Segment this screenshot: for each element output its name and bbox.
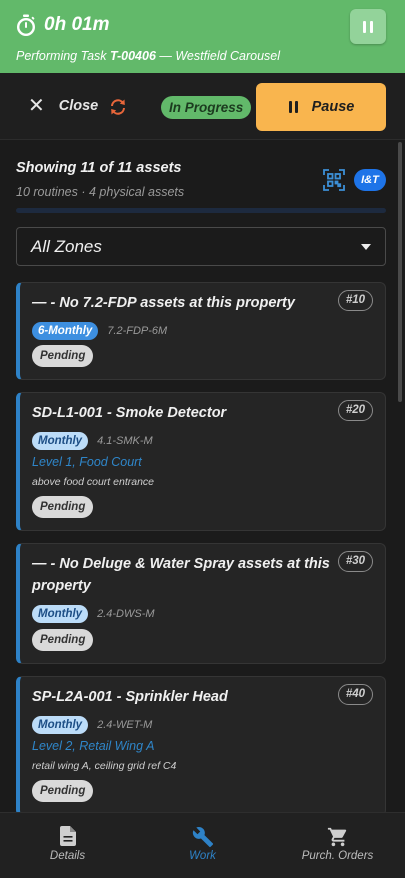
nav-purchase-orders-label: Purch. Orders	[301, 850, 374, 862]
sync-icon[interactable]	[108, 97, 128, 122]
pause-icon	[363, 20, 366, 33]
task-prefix: Performing Task	[16, 49, 107, 63]
stopwatch-icon	[16, 14, 36, 36]
chevron-down-icon	[361, 244, 371, 250]
zone-select[interactable]: All Zones	[16, 227, 386, 266]
progress-bar	[16, 208, 386, 213]
frequency-row: Monthly 4.1-SMK-M	[32, 432, 153, 450]
frequency-badge: 6-Monthly	[32, 322, 99, 340]
asset-title: — - No 7.2-FDP assets at this property	[32, 295, 295, 311]
routine-code: 7.2-FDP-6M	[107, 325, 168, 337]
asset-title: SP-L2A-001 - Sprinkler Head	[32, 689, 228, 705]
task-site: — Westfield Carousel	[159, 49, 281, 63]
status-badge: Pending	[32, 780, 94, 802]
assets-breakdown: 10 routines · 4 physical assets	[16, 185, 185, 199]
timer-pause-button[interactable]	[350, 9, 386, 44]
frequency-badge: Monthly	[32, 716, 89, 734]
asset-card[interactable]: SD-L1-001 - Smoke Detector #20 Monthly 4…	[16, 392, 386, 531]
asset-note: above food court entrance	[32, 476, 155, 488]
scrollbar[interactable]	[398, 142, 402, 402]
asset-card[interactable]: — - No Deluge & Water Spray assets at th…	[16, 543, 386, 664]
task-line: Performing Task T-00406 — Westfield Caro…	[16, 49, 280, 63]
pause-label: Pause	[311, 99, 355, 115]
pause-icon	[288, 101, 300, 113]
timer-row: 0h 01m	[16, 14, 109, 36]
routine-code: 2.4-WET-M	[97, 719, 153, 731]
routine-code: 4.1-SMK-M	[97, 435, 153, 447]
bottom-nav: Details Work Purch. Orders	[0, 812, 405, 878]
asset-note: retail wing A, ceiling grid ref C4	[32, 760, 177, 772]
frequency-badge: Monthly	[32, 432, 89, 450]
task-id: T-00406	[110, 49, 156, 63]
nav-work[interactable]: Work	[135, 813, 270, 878]
nav-details-label: Details	[49, 850, 86, 862]
nav-work-label: Work	[189, 850, 216, 862]
nav-details[interactable]: Details	[0, 813, 135, 878]
assets-count-title: Showing 11 of 11 assets	[16, 160, 182, 176]
document-icon	[59, 826, 76, 846]
close-label: Close	[58, 98, 99, 114]
status-badge: Pending	[32, 345, 94, 367]
routine-code: 2.4-DWS-M	[97, 608, 155, 620]
asset-title: — - No Deluge & Water Spray assets at th…	[32, 556, 330, 594]
asset-number: #30	[337, 551, 373, 572]
close-icon: ✕	[28, 95, 45, 117]
frequency-badge: Monthly	[32, 605, 89, 623]
action-row: ✕ Close In Progress Pause	[0, 73, 405, 140]
asset-number: #40	[337, 684, 373, 705]
status-badge: In Progress	[161, 96, 252, 119]
asset-location: Level 1, Food Court	[32, 455, 142, 469]
qr-scan-icon[interactable]	[323, 169, 345, 196]
asset-number: #10	[337, 290, 373, 311]
wrench-icon	[192, 827, 213, 848]
frequency-row: Monthly 2.4-DWS-M	[32, 605, 155, 623]
zone-select-value: All Zones	[31, 237, 102, 256]
status-badge: Pending	[32, 496, 94, 518]
pause-button[interactable]: Pause	[256, 83, 386, 131]
close-button[interactable]: ✕ Close	[28, 95, 99, 117]
status-badge: Pending	[32, 629, 94, 651]
asset-card[interactable]: SP-L2A-001 - Sprinkler Head #40 Monthly …	[16, 676, 386, 816]
asset-title: SD-L1-001 - Smoke Detector	[32, 405, 227, 421]
it-badge[interactable]: I&T	[354, 169, 386, 191]
frequency-row: 6-Monthly 7.2-FDP-6M	[32, 322, 167, 340]
timer-banner: 0h 01m Performing Task T-00406 — Westfie…	[0, 0, 405, 73]
frequency-row: Monthly 2.4-WET-M	[32, 716, 152, 734]
nav-purchase-orders[interactable]: Purch. Orders	[270, 813, 405, 878]
elapsed-time: 0h 01m	[44, 14, 110, 35]
asset-location: Level 2, Retail Wing A	[32, 739, 155, 753]
cart-icon	[327, 827, 346, 847]
asset-card[interactable]: — - No 7.2-FDP assets at this property #…	[16, 282, 386, 380]
asset-number: #20	[337, 400, 373, 421]
